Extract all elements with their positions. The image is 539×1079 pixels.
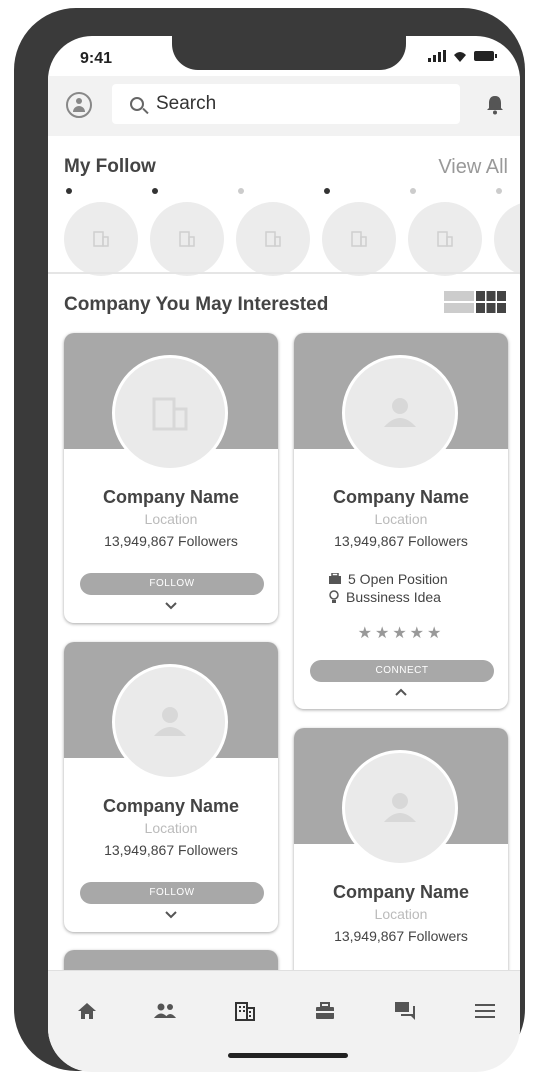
company-location: Location <box>374 511 428 527</box>
followed-company[interactable] <box>150 202 224 276</box>
chat-icon[interactable] <box>390 999 420 1023</box>
company-card-expanded[interactable]: Company Name Location 13,949,867 Followe… <box>294 333 508 709</box>
home-icon[interactable] <box>72 999 102 1023</box>
follower-count: 13,949,867 Followers <box>104 842 238 858</box>
company-card[interactable]: Company Name Location 13,949,867 Followe… <box>294 728 508 1008</box>
company-location: Location <box>374 906 428 922</box>
profile-icon[interactable] <box>66 92 92 118</box>
interested-title: Company You May Interested <box>64 294 329 315</box>
person-icon <box>154 707 186 736</box>
open-positions: 5 Open Position <box>328 571 448 587</box>
app-screen: 9:41 Search My Follow View All Company Y… <box>48 36 520 1072</box>
follower-count: 13,949,867 Followers <box>334 533 468 549</box>
read-dot <box>238 188 244 194</box>
status-icons <box>428 50 497 62</box>
building-icon <box>152 397 188 431</box>
company-avatar <box>112 355 228 471</box>
battery-icon <box>474 51 497 61</box>
company-location: Location <box>144 511 198 527</box>
business-idea-text: Bussiness Idea <box>346 589 441 605</box>
chevron-up-icon[interactable] <box>394 687 408 697</box>
company-icon[interactable] <box>230 999 260 1023</box>
read-dot <box>410 188 416 194</box>
follow-list <box>48 188 520 276</box>
company-card[interactable]: Company Name Location 13,949,867 Followe… <box>64 333 278 623</box>
person-icon <box>384 793 416 822</box>
search-icon <box>130 97 144 111</box>
briefcase-icon[interactable] <box>310 999 340 1023</box>
signal-icon <box>428 50 446 62</box>
followed-company[interactable] <box>322 202 396 276</box>
wifi-icon <box>454 52 466 62</box>
company-name: Company Name <box>332 487 470 507</box>
chevron-down-icon[interactable] <box>164 910 178 920</box>
home-indicator[interactable] <box>228 1053 348 1058</box>
company-location: Location <box>144 820 198 836</box>
followed-company[interactable] <box>494 202 520 276</box>
lightbulb-icon <box>329 590 339 603</box>
company-name: Company Name <box>102 796 240 816</box>
followed-company[interactable] <box>64 202 138 276</box>
read-dot <box>496 188 502 194</box>
follower-count: 13,949,867 Followers <box>334 928 468 944</box>
people-icon[interactable] <box>150 999 180 1023</box>
search-input[interactable]: Search <box>112 84 460 124</box>
follow-button[interactable]: FOLLOW <box>80 573 264 595</box>
open-positions-text: 5 Open Position <box>348 571 448 587</box>
person-icon <box>384 398 416 427</box>
unread-dot <box>152 188 158 194</box>
search-placeholder: Search <box>156 93 217 114</box>
bell-icon[interactable] <box>484 94 506 116</box>
follower-count: 13,949,867 Followers <box>104 533 238 549</box>
list-view-icon[interactable] <box>444 291 474 318</box>
phone-notch <box>172 36 406 70</box>
follow-button[interactable]: FOLLOW <box>80 882 264 904</box>
company-avatar <box>342 750 458 866</box>
chevron-down-icon[interactable] <box>164 601 178 611</box>
building-icon <box>265 231 281 247</box>
building-icon <box>179 231 195 247</box>
unread-dot <box>66 188 72 194</box>
rating-stars: ★★★★★ <box>357 625 445 642</box>
my-follow-title: My Follow <box>64 156 156 177</box>
menu-icon[interactable] <box>470 999 500 1023</box>
top-bar: Search <box>48 76 520 136</box>
followed-company[interactable] <box>408 202 482 276</box>
status-time: 9:41 <box>80 50 113 67</box>
connect-button[interactable]: CONNECT <box>310 660 494 682</box>
briefcase-icon <box>329 573 341 584</box>
grid-view-icon[interactable] <box>476 291 506 318</box>
building-icon <box>93 231 109 247</box>
view-all-link[interactable]: View All <box>438 156 508 179</box>
building-icon <box>437 231 453 247</box>
company-name: Company Name <box>332 882 470 902</box>
unread-dot <box>324 188 330 194</box>
company-avatar <box>112 664 228 780</box>
bottom-nav <box>48 970 520 1072</box>
business-idea: Bussiness Idea <box>328 589 441 605</box>
section-divider <box>48 272 520 274</box>
company-avatar <box>342 355 458 471</box>
building-icon <box>351 231 367 247</box>
company-card[interactable]: Company Name Location 13,949,867 Followe… <box>64 642 278 932</box>
company-name: Company Name <box>102 487 240 507</box>
followed-company[interactable] <box>236 202 310 276</box>
phone-frame: 9:41 Search My Follow View All Company Y… <box>14 8 525 1072</box>
